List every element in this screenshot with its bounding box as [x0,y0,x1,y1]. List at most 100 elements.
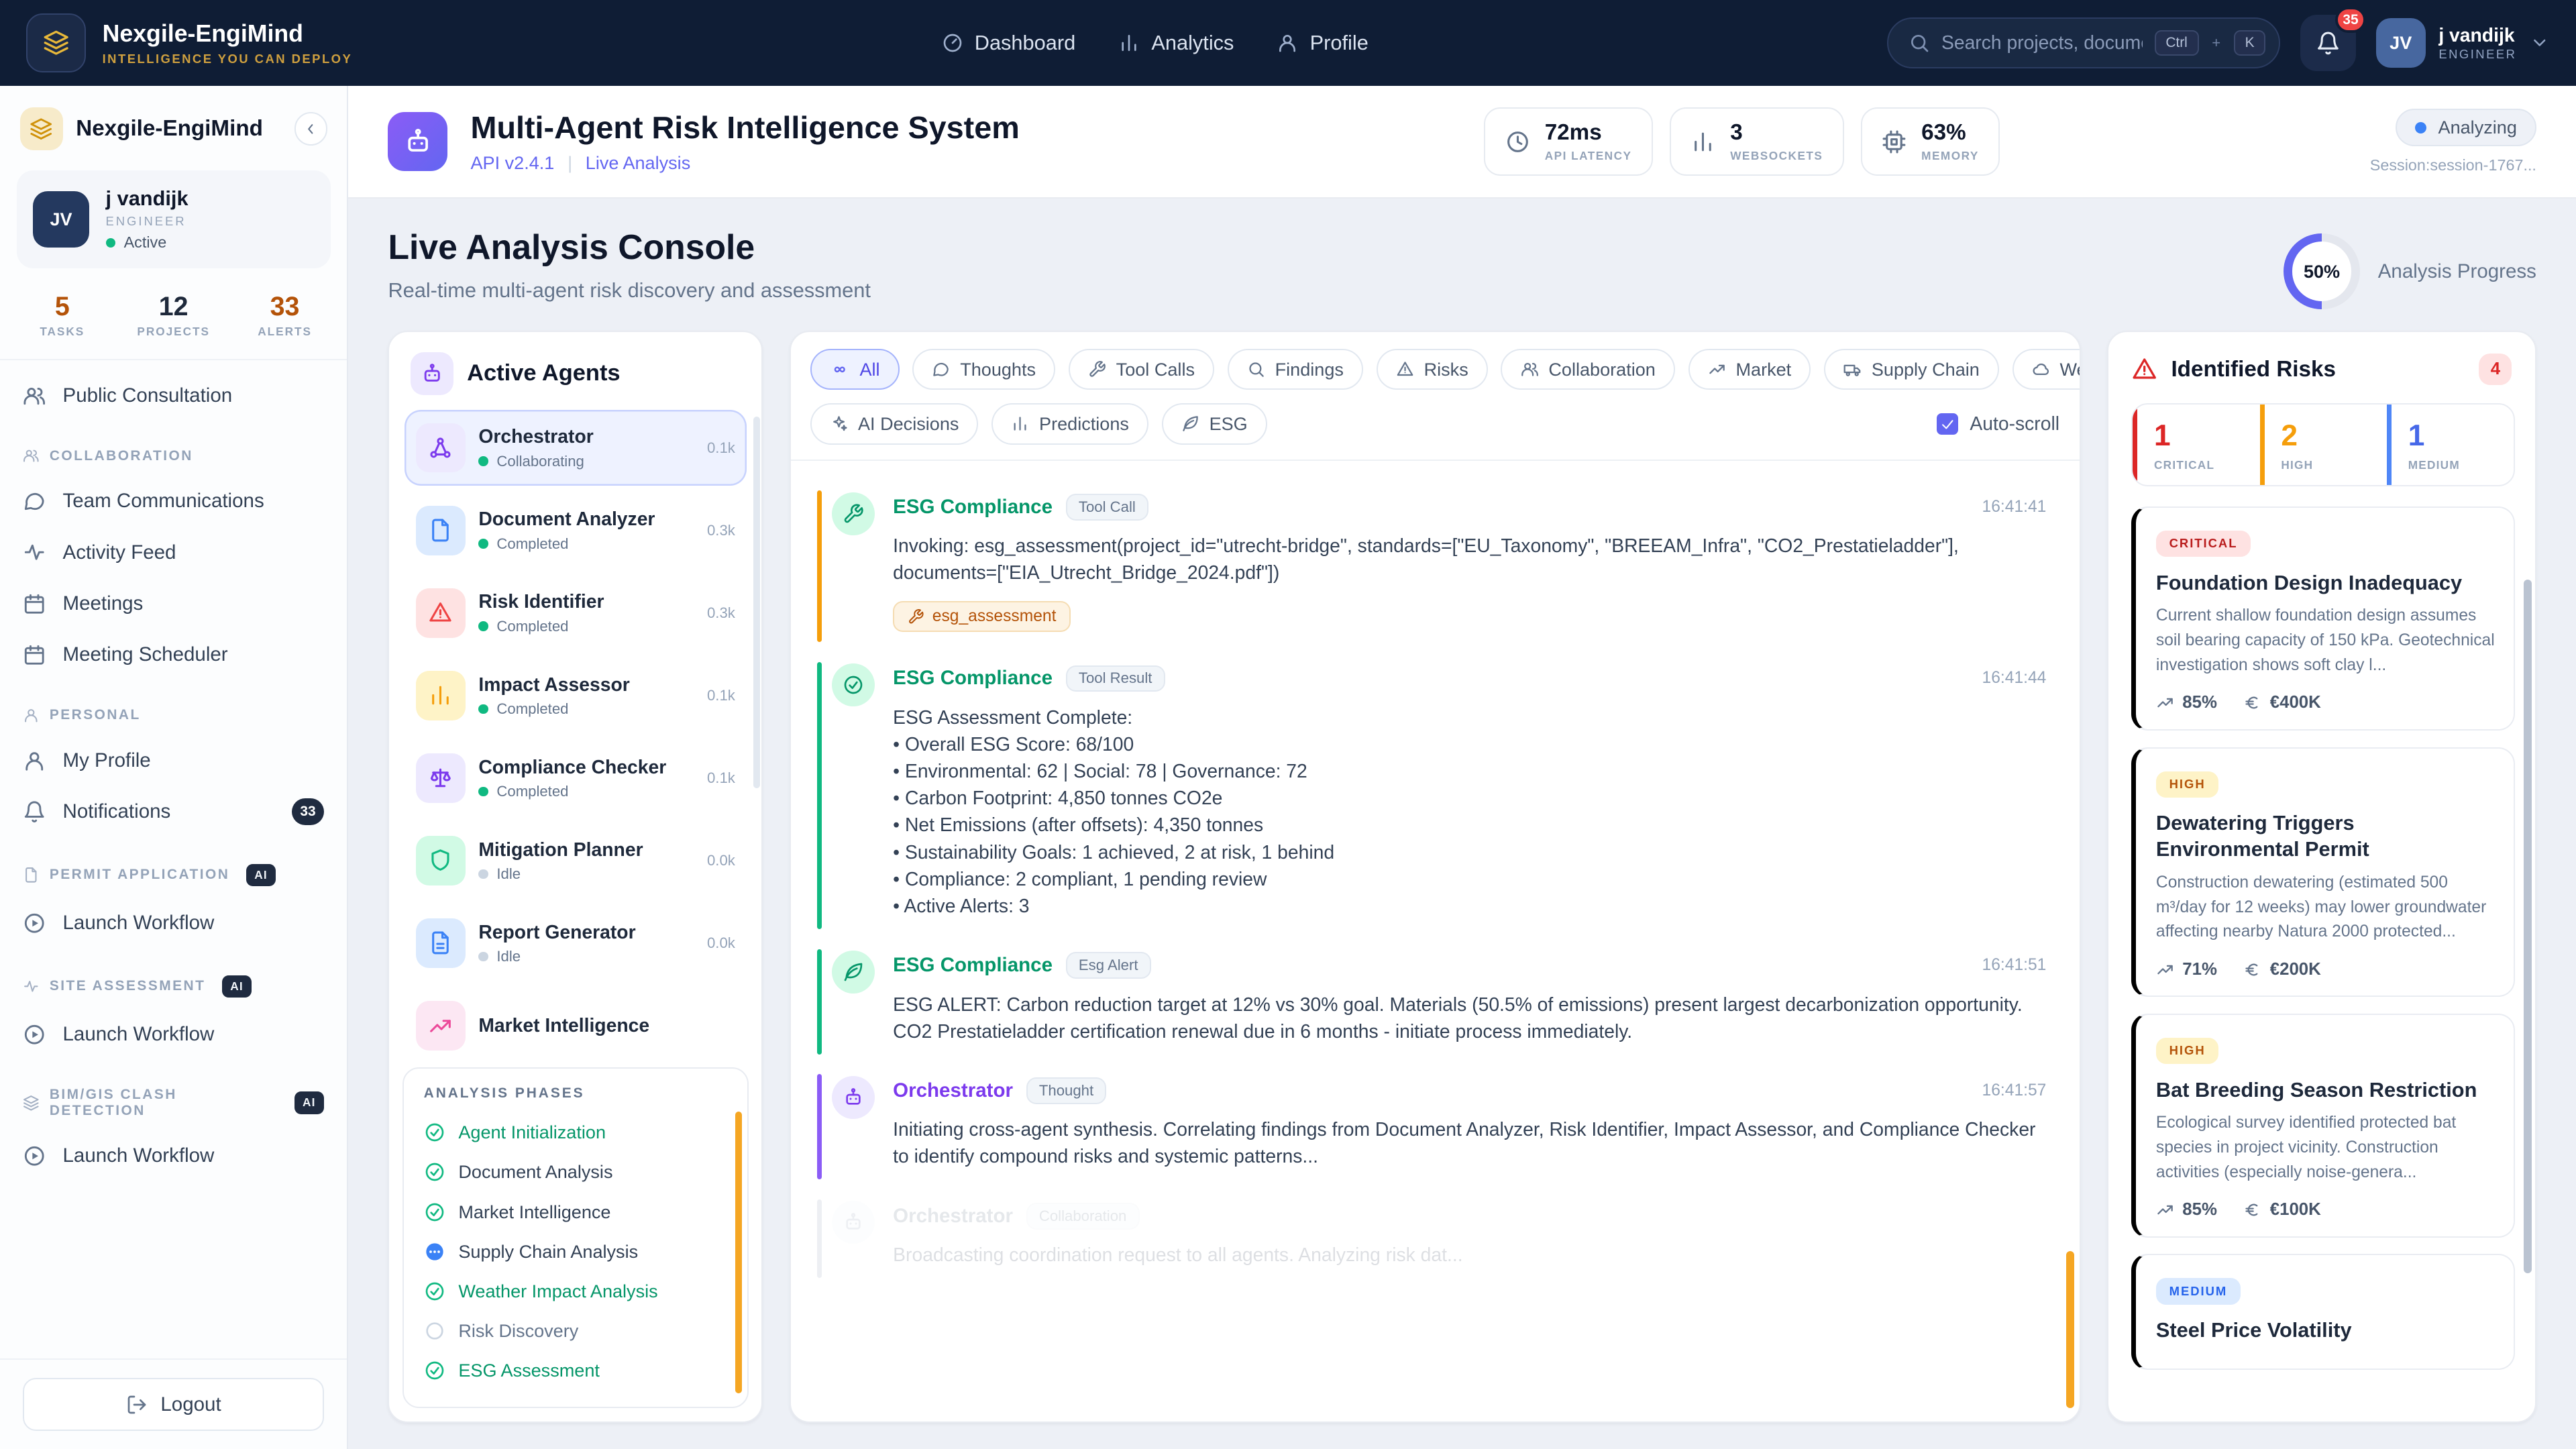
search-input[interactable] [1941,32,2143,54]
search-icon [1909,32,1930,54]
user-menu[interactable]: JV j vandijk ENGINEER [2375,18,2550,68]
sidebar-item-meetings[interactable]: Meetings [0,578,347,629]
agent-row-orchestrator[interactable]: Orchestrator Collaborating 0.1k [404,409,747,486]
agent-row-mitigation-planner[interactable]: Mitigation Planner Idle 0.0k [405,822,747,898]
autoscroll-toggle[interactable]: Auto-scroll [1937,413,2059,435]
ai-badge: AI [221,975,252,998]
sidebar-item-launch-workflow-site[interactable]: Launch Workflow [0,1009,347,1060]
filter-chip-risks[interactable]: Risks [1376,348,1488,390]
leaf-icon [832,951,875,994]
orchestrator-icon [415,423,466,473]
sidebar-item-meeting-scheduler[interactable]: Meeting Scheduler [0,629,347,680]
feed-messages[interactable]: ESG Compliance Tool Call 16:41:41 Invoking… [791,461,2080,1421]
phase-esg-assessment: ESG Assessment [424,1350,727,1390]
notifications-badge: 33 [292,798,324,825]
agents-scrollbar[interactable] [753,416,760,788]
filter-chip-thoughts[interactable]: Thoughts [912,348,1056,390]
infinity-icon [830,360,850,380]
sidebar-item-launch-workflow-bim[interactable]: Launch Workflow [0,1130,347,1181]
stat-projects: 12 PROJECTS [137,291,210,339]
notifications-button[interactable]: 35 [2300,6,2367,71]
sidebar-collapse-button[interactable] [294,112,327,146]
chart-icon [415,670,466,720]
filter-chip-predictions[interactable]: Predictions [991,403,1148,445]
agent-row-document-analyzer[interactable]: Document Analyzer Completed 0.3k [405,492,747,568]
risk-card-foundation[interactable]: CRITICAL Foundation Design Inadequacy Cu… [2131,506,2516,731]
message-text: ESG ALERT: Carbon reduction target at 12… [893,993,2023,1042]
live-feed-panel: All Thoughts Tool Calls Findings Risks C… [789,331,2081,1423]
page-title: Multi-Agent Risk Intelligence System [470,110,1020,146]
brand-logo-icon [26,13,86,73]
agent-tokens: 0.0k [706,851,735,869]
feed-message-esg-alert: ESG Compliance Esg Alert 16:41:51 ESG ALER… [816,949,2047,1055]
sidebar-item-launch-workflow-permit[interactable]: Launch Workflow [0,898,347,949]
agent-row-risk-identifier[interactable]: Risk Identifier Completed 0.3k [405,575,747,651]
agents-list[interactable]: Orchestrator Collaborating 0.1k Document … [389,409,761,1067]
risk-card-dewatering[interactable]: HIGH Dewatering Triggers Environmental P… [2131,747,2516,998]
filter-chip-weather[interactable]: Weather [2012,348,2080,390]
autoscroll-checkbox[interactable] [1937,413,1959,435]
bot-icon [832,1075,875,1119]
in-progress-icon [424,1241,445,1263]
feed-scrollbar[interactable] [2065,1251,2075,1408]
filter-chip-market[interactable]: Market [1688,348,1811,390]
check-circle-icon [424,1161,445,1183]
sidebar-item-my-profile[interactable]: My Profile [0,735,347,786]
filter-chip-collaboration[interactable]: Collaboration [1501,348,1675,390]
message-time: 16:41:51 [1982,956,2047,975]
risk-card-steel-price[interactable]: MEDIUM Steel Price Volatility [2131,1254,2516,1370]
risks-list[interactable]: CRITICAL Foundation Design Inadequacy Cu… [2108,506,2535,1421]
risk-cost: €400K [2243,693,2321,712]
message-type-badge: Esg Alert [1065,952,1151,979]
message-text: ESG Assessment Complete: • Overall ESG S… [893,706,1335,917]
agent-row-market-intelligence[interactable]: Market Intelligence [405,987,747,1063]
nav-profile[interactable]: Profile [1277,31,1368,55]
risks-scrollbar[interactable] [2523,580,2532,1274]
risk-description: Construction dewatering (estimated 500 m… [2155,873,2487,941]
logout-button[interactable]: Logout [23,1378,324,1431]
filter-chip-ai-decisions[interactable]: AI Decisions [810,403,979,445]
sidebar-item-team-communications[interactable]: Team Communications [0,476,347,527]
divider: | [568,152,573,174]
play-circle-icon [23,1144,46,1167]
warning-icon [415,588,466,638]
filter-chip-findings[interactable]: Findings [1227,348,1363,390]
filter-chip-esg[interactable]: ESG [1161,403,1267,445]
filter-chip-all[interactable]: All [810,348,900,390]
severity-badge: MEDIUM [2155,1278,2241,1305]
sidebar-item-notifications[interactable]: Notifications 33 [0,786,347,837]
sidebar-item-public-consultation[interactable]: Public Consultation [0,370,347,421]
phases-scrollbar[interactable] [735,1112,743,1394]
nav-analytics[interactable]: Analytics [1118,31,1234,55]
header-right: Analyzing Session:session-1767... [2370,109,2536,174]
file-icon [23,867,40,883]
agent-row-impact-assessor[interactable]: Impact Assessor Completed 0.1k [405,657,747,733]
message-type-badge: Thought [1026,1077,1107,1104]
risk-card-bat-breeding[interactable]: HIGH Bat Breeding Season Restriction Eco… [2131,1013,2516,1238]
message-time: 16:41:57 [1982,1081,2047,1100]
main-nav: Dashboard Analytics Profile [942,31,1368,55]
phases-title: ANALYSIS PHASES [423,1085,585,1101]
main-area: Multi-Agent Risk Intelligence System API… [348,86,2576,1449]
status-badge: Analyzing [2396,109,2536,147]
agent-row-report-generator[interactable]: Report Generator Idle 0.0k [405,905,747,981]
sidebar-item-activity-feed[interactable]: Activity Feed [0,527,347,578]
phase-supply-chain-analysis: Supply Chain Analysis [424,1232,727,1271]
sidebar-scroll-area[interactable]: Public Consultation COLLABORATION Team C… [0,360,347,1358]
global-search[interactable]: Ctrl + K [1887,17,2281,69]
section-permit-application: PERMIT APPLICATION AI [0,837,347,898]
risks-title: Identified Risks [2171,356,2336,382]
live-analysis-link[interactable]: Live Analysis [586,152,690,174]
filter-chip-supply-chain[interactable]: Supply Chain [1823,348,1999,390]
agent-row-compliance-checker[interactable]: Compliance Checker Completed 0.1k [405,740,747,816]
nav-dashboard[interactable]: Dashboard [942,31,1075,55]
stat-tasks: 5 TASKS [40,291,85,339]
message-agent: ESG Compliance [893,667,1053,690]
nav-analytics-label: Analytics [1151,31,1234,54]
wrench-icon [832,492,875,535]
phase-market-intelligence: Market Intelligence [424,1192,727,1232]
filter-chip-tool-calls[interactable]: Tool Calls [1068,348,1215,390]
bot-icon [832,1201,875,1244]
section-site-assessment: SITE ASSESSMENT AI [0,949,347,1009]
risk-probability: 85% [2156,693,2217,712]
